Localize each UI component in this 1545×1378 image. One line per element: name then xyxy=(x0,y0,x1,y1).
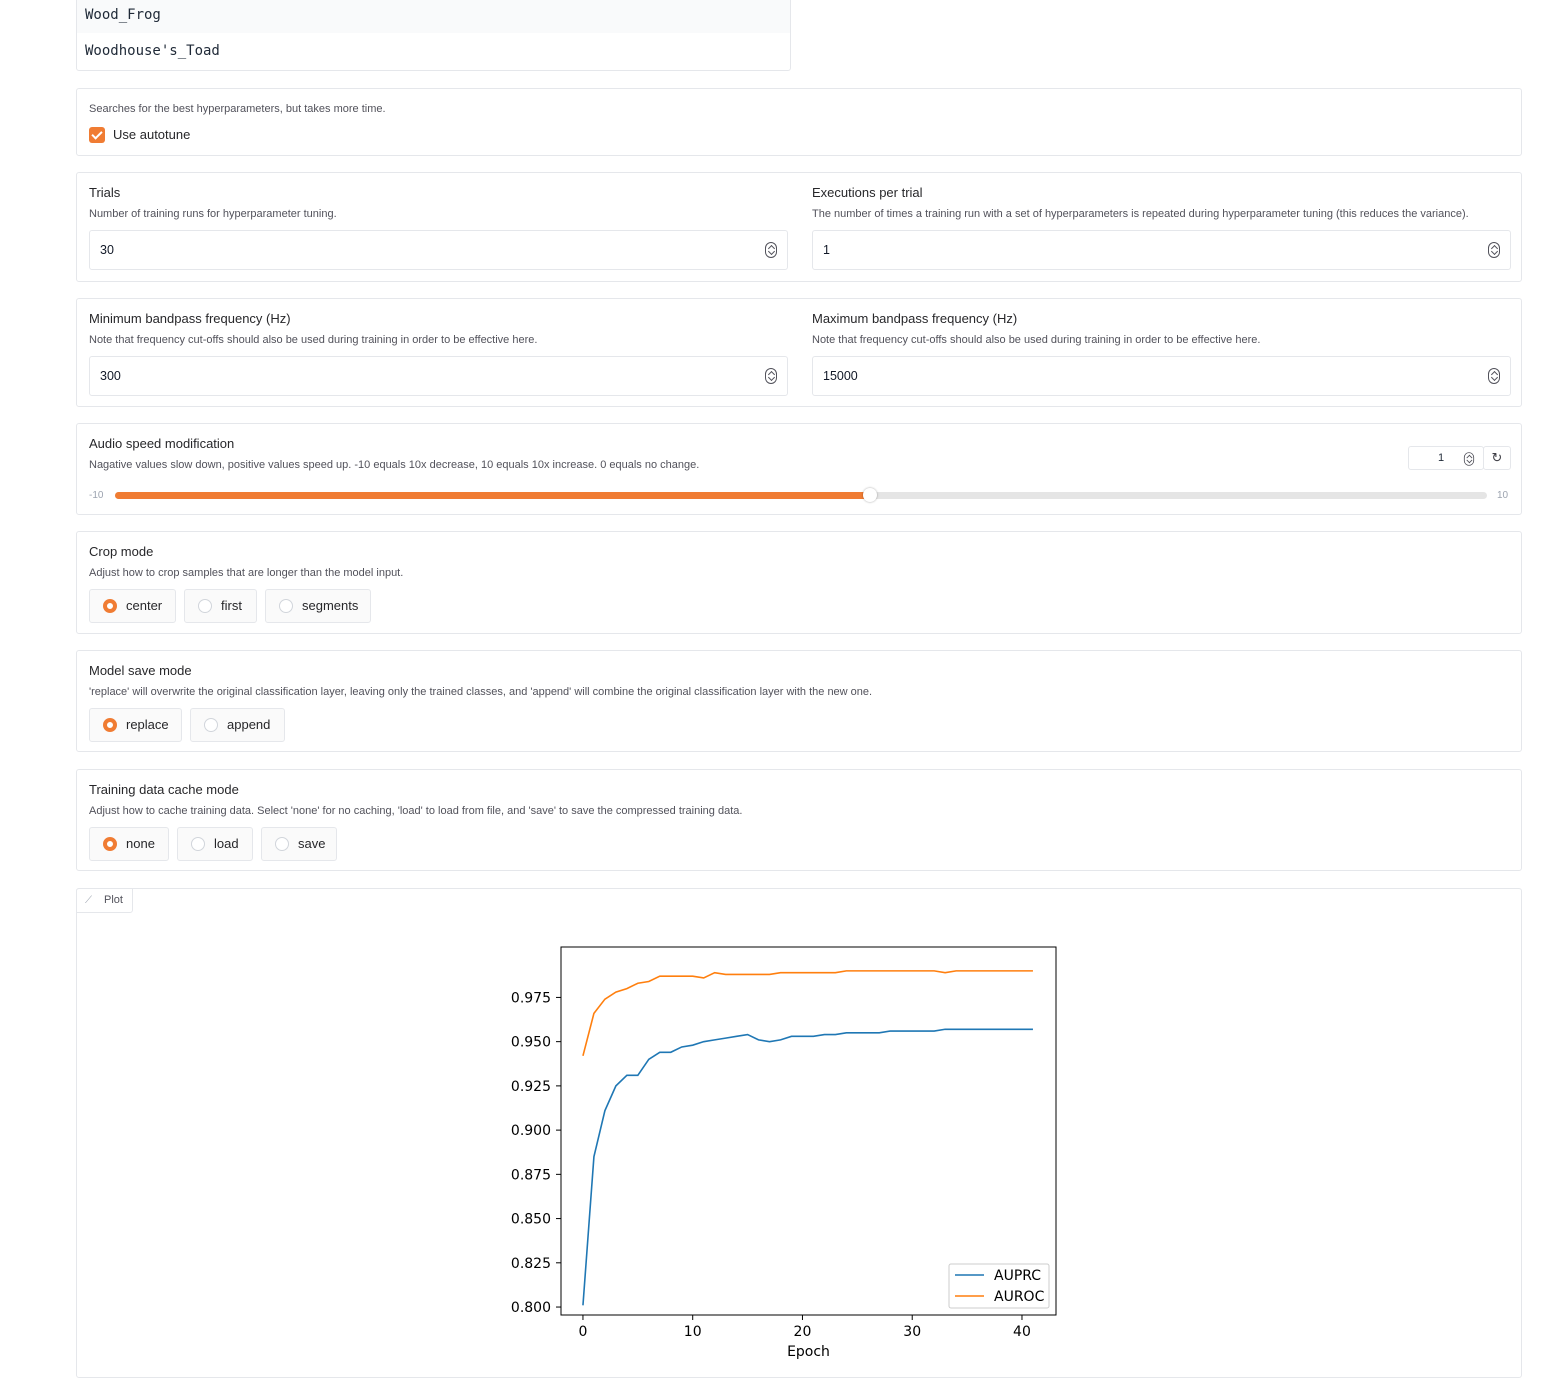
y-tick-label: 0.950 xyxy=(511,1035,551,1051)
x-tick-label: 30 xyxy=(903,1324,921,1340)
metrics-chart: 0 10 20 30 40 0.800 0.825 0.850 0.875 0.900 0.925 0… xyxy=(511,946,1057,1360)
y-tick-label: 0.975 xyxy=(511,990,551,1006)
y-tick-label: 0.900 xyxy=(511,1123,551,1139)
y-tick-label: 0.800 xyxy=(511,1300,551,1316)
plot-area xyxy=(560,946,1057,1316)
x-tick-label: 10 xyxy=(684,1324,702,1340)
legend-label: AUROC xyxy=(994,1289,1045,1305)
y-tick-label: 0.850 xyxy=(511,1212,551,1228)
x-axis-label: Epoch xyxy=(787,1344,830,1360)
y-tick-label: 0.825 xyxy=(511,1256,551,1272)
x-tick-label: 40 xyxy=(1013,1324,1031,1340)
legend-label: AUPRC xyxy=(994,1268,1041,1284)
x-tick-label: 20 xyxy=(794,1324,812,1340)
y-tick-label: 0.925 xyxy=(511,1079,551,1095)
y-tick-label: 0.875 xyxy=(511,1167,551,1183)
x-tick-label: 0 xyxy=(578,1324,587,1340)
